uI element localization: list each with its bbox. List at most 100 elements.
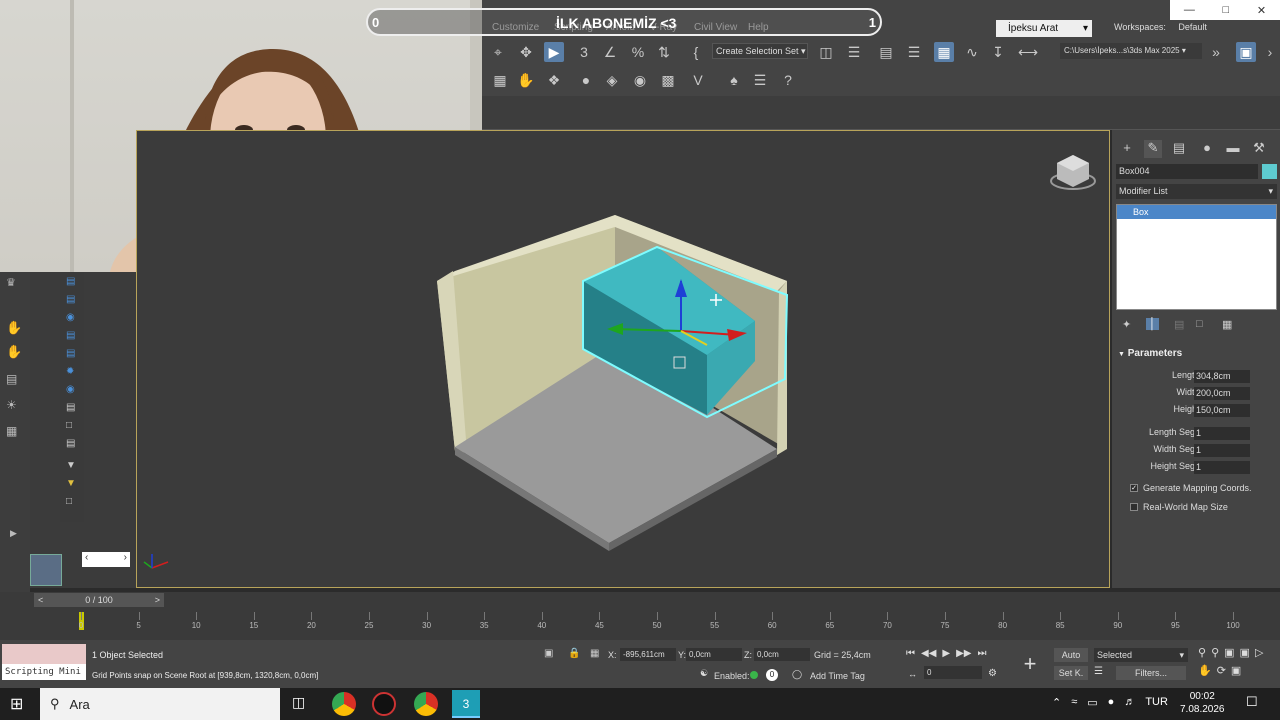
orbit-icon[interactable]: ⟳ xyxy=(1217,664,1226,677)
viewcube-icon[interactable] xyxy=(1050,155,1096,190)
help-icon[interactable]: ? xyxy=(778,70,798,90)
display-list-icon[interactable]: ▤ xyxy=(66,402,75,413)
minimize-icon[interactable]: — xyxy=(1184,4,1195,16)
real-world-map-checkbox[interactable]: Real-World Map Size xyxy=(1130,502,1228,512)
curve-editor-icon[interactable]: ∿ xyxy=(962,42,982,62)
current-frame-field[interactable]: 0 xyxy=(924,666,982,679)
add-time-tag-label[interactable]: Add Time Tag xyxy=(810,671,865,681)
user-account-dropdown[interactable]: İpeksu Arat ▾ xyxy=(996,20,1092,37)
pin-stack-icon[interactable]: ✦ xyxy=(1122,318,1131,331)
3dsmax-app-icon[interactable]: 3 xyxy=(452,690,480,718)
set-key-big-icon[interactable]: + xyxy=(1014,646,1046,682)
close-icon[interactable]: ✕ xyxy=(1257,4,1266,17)
spinner-snap-icon[interactable]: ⇅ xyxy=(654,42,674,62)
workspaces-selector[interactable]: Workspaces: Default xyxy=(1114,22,1207,32)
snap-3d-icon[interactable]: 3 xyxy=(574,42,594,62)
key-filter-dropdown[interactable]: Selected ▾ xyxy=(1094,648,1188,662)
render-frame-icon[interactable]: ✋ xyxy=(516,70,536,90)
language-indicator[interactable]: TUR xyxy=(1145,696,1168,709)
next-frame-icon[interactable]: ▶▶ xyxy=(956,648,971,659)
time-tag-icon[interactable]: ◯ xyxy=(792,669,802,680)
layers-icon[interactable]: ▤ xyxy=(6,372,17,386)
parameters-rollout[interactable]: ▼ Parameters xyxy=(1118,348,1182,359)
configure-sets-icon[interactable]: ▦ xyxy=(1222,318,1232,331)
project-path-dropdown[interactable]: C:\Users\İpeks...s\3ds Max 2025 ▾ xyxy=(1060,43,1202,59)
display-all-icon[interactable]: ◉ xyxy=(66,384,75,395)
wifi-icon[interactable]: ≈ xyxy=(1071,696,1077,709)
render-icon[interactable]: ◉ xyxy=(630,70,650,90)
object-name-field[interactable]: Box004 xyxy=(1116,164,1258,179)
taskbar-clock[interactable]: 00:02 7.08.2026 xyxy=(1180,690,1225,716)
lights-icon[interactable]: ♠ xyxy=(724,70,744,90)
time-config-icon[interactable]: ⚙ xyxy=(988,668,997,679)
display-hidden-icon[interactable]: ▤ xyxy=(66,438,75,449)
show-end-result-icon[interactable]: │ xyxy=(1146,318,1159,330)
chevron-right-icon[interactable]: › xyxy=(124,552,127,567)
battery-icon[interactable]: ▭ xyxy=(1087,696,1097,709)
length-segs-spinner[interactable]: 1 xyxy=(1194,427,1250,440)
windows-start-icon[interactable]: ⊞ xyxy=(10,694,28,713)
obs-app-icon[interactable] xyxy=(372,692,396,716)
create-selection-set-dropdown[interactable]: Create Selection Set ▾ xyxy=(712,43,808,59)
go-to-start-icon[interactable]: ⏮ xyxy=(906,648,915,659)
display-tab-icon[interactable]: ▬ xyxy=(1224,140,1242,158)
render-setup-icon[interactable]: ❖ xyxy=(544,70,564,90)
create-tab-icon[interactable]: + xyxy=(1118,140,1136,158)
z-coordinate-field[interactable]: 0,0cm xyxy=(754,648,810,661)
x-coordinate-field[interactable]: -895,611cm xyxy=(620,648,676,661)
filters-button[interactable]: Filters... xyxy=(1116,666,1186,680)
vray-icon[interactable]: V xyxy=(688,70,708,90)
maximize-icon[interactable]: □ xyxy=(1223,4,1230,16)
perspective-viewport[interactable] xyxy=(136,130,1110,588)
select-link-icon[interactable]: ⌖ xyxy=(488,42,508,62)
display-lights-icon[interactable]: ▤ xyxy=(66,330,75,341)
scripting-mini-input[interactable]: Scripting Mini xyxy=(2,664,86,680)
workspace-icon[interactable]: ▣ xyxy=(1236,42,1256,62)
chevron-right-icon[interactable]: › xyxy=(1260,42,1280,62)
volume-icon[interactable]: ♬ xyxy=(1124,696,1135,709)
motion-tab-icon[interactable]: ● xyxy=(1198,140,1216,158)
absolute-mode-icon[interactable]: ▦ xyxy=(590,648,599,659)
hierarchy-tab-icon[interactable]: ▤ xyxy=(1170,140,1188,158)
select-move-icon[interactable]: ✥ xyxy=(516,42,536,62)
maximize-viewport-icon[interactable]: ▣ xyxy=(1231,664,1241,677)
taskbar-search-box[interactable]: ⚲ Ara xyxy=(40,688,280,720)
zoom-extents-icon[interactable]: ▣ xyxy=(1224,646,1234,659)
chrome-profile-app-icon[interactable] xyxy=(414,692,438,716)
list-icon[interactable]: ☰ xyxy=(750,70,770,90)
height-spinner[interactable]: 150,0cm xyxy=(1194,404,1250,417)
height-segs-spinner[interactable]: 1 xyxy=(1194,461,1250,474)
hand-tool-icon[interactable]: ✋ xyxy=(6,320,22,336)
select-tool-icon[interactable]: ✋ xyxy=(6,344,22,360)
display-cameras-icon[interactable]: ▤ xyxy=(66,348,75,359)
zoom-icon[interactable]: ⚲ xyxy=(1198,646,1206,659)
object-color-swatch[interactable] xyxy=(1262,164,1277,179)
set-key-button[interactable]: Set K. xyxy=(1054,666,1088,680)
explorer-scroll[interactable]: ‹ › xyxy=(82,552,130,567)
auto-key-button[interactable]: Auto xyxy=(1054,648,1088,662)
chrome-app-icon[interactable] xyxy=(332,692,356,716)
modifier-list-dropdown[interactable]: Modifier List ▾ xyxy=(1116,184,1277,199)
width-segs-spinner[interactable]: 1 xyxy=(1194,444,1250,457)
key-tangent-icon[interactable]: ☰ xyxy=(1094,666,1103,677)
scene-explorer-icon[interactable]: ▦ xyxy=(934,42,954,62)
time-slider[interactable]: < 0 / 100 > xyxy=(34,593,164,607)
key-mode-icon[interactable]: ↔ xyxy=(908,669,917,679)
angle-snap-icon[interactable]: ∠ xyxy=(600,42,620,62)
render-iterative-icon[interactable]: ▩ xyxy=(658,70,678,90)
mirror-icon[interactable]: ◫ xyxy=(816,42,836,62)
dope-sheet-icon[interactable]: ↧ xyxy=(988,42,1008,62)
stack-item-box[interactable]: Box xyxy=(1117,205,1276,219)
lightbulb-icon[interactable]: ☀ xyxy=(6,398,17,412)
filter-icon[interactable]: ▼ xyxy=(66,460,76,471)
zoom-all-icon[interactable]: ⚲ xyxy=(1211,646,1219,659)
lock-selection-icon[interactable]: 🔒 xyxy=(568,648,580,659)
microphone-icon[interactable]: ● xyxy=(1108,696,1115,709)
play-icon[interactable]: ▶ xyxy=(942,648,950,659)
adaptive-degradation-icon[interactable]: ☯ xyxy=(700,668,708,679)
expand-toolbar-icon[interactable]: » xyxy=(1206,42,1226,62)
sphere-icon[interactable]: ● xyxy=(576,70,596,90)
enabled-indicator[interactable] xyxy=(750,671,758,679)
material-slate-icon[interactable]: ◈ xyxy=(602,70,622,90)
zero-button[interactable]: 0 xyxy=(766,669,778,681)
